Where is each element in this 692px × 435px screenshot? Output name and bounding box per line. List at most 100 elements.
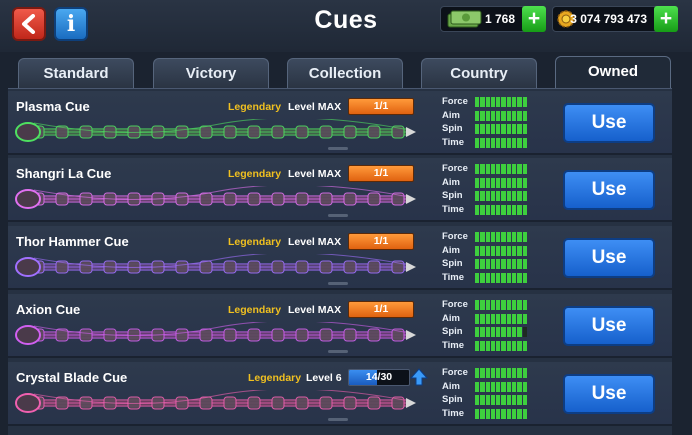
stat-segment: [501, 272, 506, 283]
stat-segment: [475, 381, 480, 392]
stat-bar: [475, 340, 527, 351]
stat-segment: [475, 137, 480, 148]
stat-label: Spin: [442, 190, 463, 201]
stat-segment: [512, 259, 517, 269]
stat-segment: [506, 110, 512, 121]
tab-owned[interactable]: Owned: [555, 56, 671, 90]
stat-segment: [485, 110, 490, 121]
stat-segment: [490, 245, 496, 256]
stat-segment: [490, 408, 496, 419]
cue-row: Thor Hammer Cue Legendary Level MAX 1/1 …: [8, 226, 672, 290]
stat-segment: [496, 204, 501, 215]
stat-segment: [506, 272, 512, 283]
stat-segment: [522, 137, 527, 148]
tab-standard[interactable]: Standard: [18, 58, 134, 88]
tab-collection[interactable]: Collection: [287, 58, 403, 88]
stat-segment: [522, 232, 527, 242]
stat-segment: [517, 204, 522, 215]
stat-segment: [490, 313, 496, 324]
use-button[interactable]: Use: [563, 170, 655, 210]
stat-segment: [512, 245, 517, 256]
stat-segment: [485, 259, 490, 269]
stat-segment: [517, 340, 522, 351]
stat-segment: [496, 381, 501, 392]
stat-segment: [496, 300, 501, 310]
stat-label: Aim: [442, 244, 460, 256]
level-progress-bar: 1/1: [348, 233, 414, 250]
scroll-handle: [328, 214, 348, 217]
stat-segment: [475, 368, 480, 378]
stat-segment: [512, 232, 517, 242]
stat-label: Time: [442, 136, 465, 148]
scroll-handle: [328, 350, 348, 353]
stat-segment: [522, 368, 527, 378]
cash-counter: 1 768 +: [440, 6, 546, 32]
add-cash-button[interactable]: +: [522, 6, 546, 32]
use-button[interactable]: Use: [563, 306, 655, 346]
tab-victory[interactable]: Victory: [153, 58, 269, 88]
add-coins-button[interactable]: +: [654, 6, 678, 32]
stat-label: Force: [442, 231, 468, 242]
cue-stats: Force Aim Spin Time: [442, 298, 542, 352]
stat-segment: [480, 395, 485, 405]
stat-segment: [485, 313, 490, 324]
stat-segment: [522, 164, 527, 174]
cue-row: Shangri La Cue Legendary Level MAX 1/1 F…: [8, 158, 672, 222]
stat-segment: [485, 368, 490, 378]
stat-segment: [490, 137, 496, 148]
stat-segment: [501, 408, 506, 419]
stat-segment: [506, 340, 512, 351]
stat-segment: [490, 124, 496, 134]
stat-bar: [475, 395, 527, 405]
cue-name: Shangri La Cue: [16, 166, 112, 181]
stat-label: Time: [442, 339, 465, 351]
stat-segment: [522, 408, 527, 419]
stat-segment: [506, 300, 512, 310]
use-button[interactable]: Use: [563, 238, 655, 278]
tab-country[interactable]: Country: [421, 58, 537, 88]
stat-segment: [475, 395, 480, 405]
stat-segment: [496, 368, 501, 378]
stat-bar: [475, 300, 527, 310]
stat-segment: [475, 327, 480, 337]
stat-segment: [501, 191, 506, 201]
stat-segment: [501, 381, 506, 392]
upgrade-arrow-icon[interactable]: [410, 368, 428, 386]
cue-image: [15, 390, 416, 413]
stat-segment: [485, 395, 490, 405]
stat-segment: [485, 191, 490, 201]
stat-segment: [485, 327, 490, 337]
stat-bar: [475, 177, 527, 188]
stat-segment: [480, 327, 485, 337]
stat-bar: [475, 313, 527, 324]
cue-list: Plasma Cue Legendary Level MAX 1/1 Force…: [8, 88, 672, 435]
stat-segment: [475, 408, 480, 419]
stat-segment: [475, 177, 480, 188]
stat-segment: [480, 368, 485, 378]
stat-segment: [517, 272, 522, 283]
scroll-handle: [328, 418, 348, 421]
stat-segment: [480, 408, 485, 419]
stat-segment: [501, 245, 506, 256]
stat-bar: [475, 137, 527, 148]
cue-stats: Force Aim Spin Time: [442, 95, 542, 149]
stat-segment: [506, 204, 512, 215]
use-button[interactable]: Use: [563, 103, 655, 143]
stat-segment: [512, 204, 517, 215]
stat-segment: [485, 164, 490, 174]
stat-segment: [480, 110, 485, 121]
rarity-label: Legendary: [228, 168, 282, 180]
stat-segment: [506, 381, 512, 392]
stat-aim: Aim: [442, 109, 542, 123]
stat-segment: [517, 191, 522, 201]
stat-segment: [522, 177, 527, 188]
stat-segment: [485, 97, 490, 107]
stat-segment: [475, 110, 480, 121]
stat-segment: [480, 137, 485, 148]
stat-segment: [512, 272, 517, 283]
stat-label: Aim: [442, 380, 460, 392]
stat-bar: [475, 204, 527, 215]
stat-segment: [522, 259, 527, 269]
stat-segment: [517, 245, 522, 256]
use-button[interactable]: Use: [563, 374, 655, 414]
